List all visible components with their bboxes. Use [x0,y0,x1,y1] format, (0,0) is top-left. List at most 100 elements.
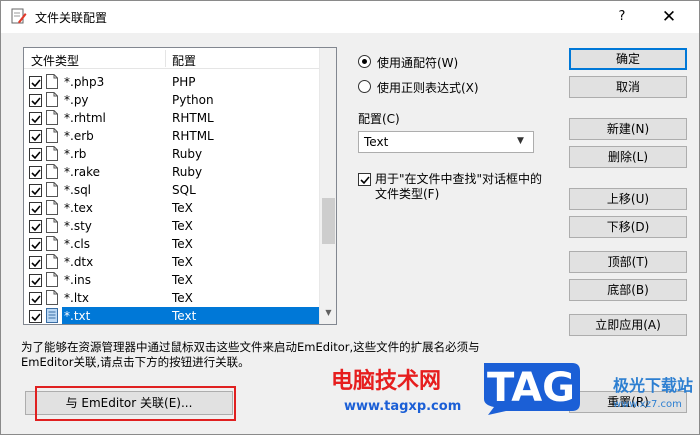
file-icon [46,200,58,215]
row-config: TeX [172,273,193,287]
column-header-file-type[interactable]: 文件类型 [31,52,79,69]
row-config: TeX [172,237,193,251]
row-checkbox[interactable] [29,94,42,107]
file-icon [46,74,58,89]
find-in-files-checkbox[interactable]: 用于"在文件中查找"对话框中的 文件类型(F) [358,170,558,202]
row-file-type: *.rb [64,147,87,161]
scroll-down-arrow-icon[interactable]: ▼ [322,306,335,320]
list-item[interactable]: *.sql SQL [24,181,319,199]
radio-wildcard[interactable]: 使用通配符(W) [358,53,538,71]
ok-button[interactable]: 确定 [569,48,687,70]
row-config: Python [172,93,214,107]
list-item[interactable]: *.dtx TeX [24,253,319,271]
close-button[interactable]: ✕ [651,5,687,29]
row-config: TeX [172,291,193,305]
association-help-text: 为了能够在资源管理器中通过鼠标双击这些文件来启动EmEditor,这些文件的扩展… [21,340,531,370]
list-item[interactable]: *.txt Text [24,307,319,324]
checkbox-checked [358,173,371,186]
radio-selected-indicator [358,55,371,68]
file-type-list[interactable]: 文件类型 配置 *.php3 PHP *.py Python *.rhtml RHTML *… [23,47,337,325]
row-file-type: *.rake [64,165,101,179]
list-item[interactable]: *.cls TeX [24,235,319,253]
watermark-right-url: www.xz7.com [613,399,682,410]
apply-now-button[interactable]: 立即应用(A) [569,314,687,336]
list-item[interactable]: *.rake Ruby [24,163,319,181]
row-checkbox[interactable] [29,112,42,125]
delete-button[interactable]: 删除(L) [569,146,687,168]
file-icon [46,128,58,143]
row-config: Text [172,309,197,323]
row-checkbox[interactable] [29,202,42,215]
list-item[interactable]: *.rb Ruby [24,145,319,163]
row-checkbox[interactable] [29,256,42,269]
row-file-type: *.ins [64,273,92,287]
watermark-tag-logo: TAG [476,359,586,417]
window-title: 文件关联配置 [35,11,108,25]
row-file-type: *.dtx [64,255,94,269]
row-checkbox[interactable] [29,130,42,143]
list-item[interactable]: *.rhtml RHTML [24,109,319,127]
config-select-value: Text [364,135,389,149]
move-up-button[interactable]: 上移(U) [569,188,687,210]
watermark-site-url: www.tagxp.com [344,399,462,414]
row-file-type: *.sql [64,183,92,197]
list-item[interactable]: *.erb RHTML [24,127,319,145]
file-association-dialog: 文件关联配置 ? ✕ 文件类型 配置 *.php3 PHP *.py Python *.… [0,0,700,435]
column-header-config[interactable]: 配置 [172,52,196,69]
row-config: SQL [172,183,196,197]
file-icon [46,218,58,233]
file-icon [46,272,58,287]
radio-regex[interactable]: 使用正则表达式(X) [358,78,538,96]
list-header: 文件类型 配置 [24,48,319,69]
new-button[interactable]: 新建(N) [569,118,687,140]
scrollbar-thumb[interactable] [322,198,335,244]
row-file-type: *.php3 [64,75,105,89]
file-icon [46,110,58,125]
list-item[interactable]: *.ins TeX [24,271,319,289]
row-checkbox[interactable] [29,292,42,305]
list-item[interactable]: *.py Python [24,91,319,109]
move-top-button[interactable]: 顶部(T) [569,251,687,273]
row-checkbox[interactable] [29,274,42,287]
row-file-type: *.erb [64,129,94,143]
row-checkbox[interactable] [29,166,42,179]
file-icon [46,236,58,251]
file-icon [46,308,58,323]
config-select[interactable]: Text ▼ [358,131,534,153]
row-config: Ruby [172,165,203,179]
list-item[interactable]: *.ltx TeX [24,289,319,307]
row-file-type: *.cls [64,237,90,251]
help-text-line1: 为了能够在资源管理器中通过鼠标双击这些文件来启动EmEditor,这些文件的扩展… [21,340,480,354]
config-label: 配置(C) [358,112,400,126]
row-config: Ruby [172,147,203,161]
watermark-site-name: 电脑技术网 [331,369,442,394]
radio-regex-label: 使用正则表达式(X) [377,81,479,95]
move-bottom-button[interactable]: 底部(B) [569,279,687,301]
row-config: RHTML [172,129,214,143]
watermark-tag-text: TAG [487,365,575,411]
row-checkbox[interactable] [29,238,42,251]
list-item[interactable]: *.tex TeX [24,199,319,217]
row-config: TeX [172,219,193,233]
row-config: PHP [172,75,196,89]
row-checkbox[interactable] [29,184,42,197]
list-item[interactable]: *.sty TeX [24,217,319,235]
cancel-button[interactable]: 取消 [569,76,687,98]
row-file-type: *.txt [64,309,91,323]
move-down-button[interactable]: 下移(D) [569,216,687,238]
row-checkbox[interactable] [29,148,42,161]
help-text-line2: EmEditor关联,请点击下方的按钮进行关联。 [21,355,250,369]
vertical-scrollbar[interactable]: ▼ [319,48,336,324]
row-checkbox[interactable] [29,76,42,89]
file-icon [46,146,58,161]
row-file-type: *.py [64,93,89,107]
row-checkbox[interactable] [29,220,42,233]
watermark-right: 极光下载站 www.xz7.com [601,369,696,429]
highlight-box [35,386,236,421]
help-button[interactable]: ? [605,5,639,29]
row-checkbox[interactable] [29,310,42,323]
file-icon [46,164,58,179]
radio-unselected-indicator [358,80,371,93]
list-item[interactable]: *.php3 PHP [24,73,319,91]
find-in-files-label-line2: 文件类型(F) [375,187,440,201]
